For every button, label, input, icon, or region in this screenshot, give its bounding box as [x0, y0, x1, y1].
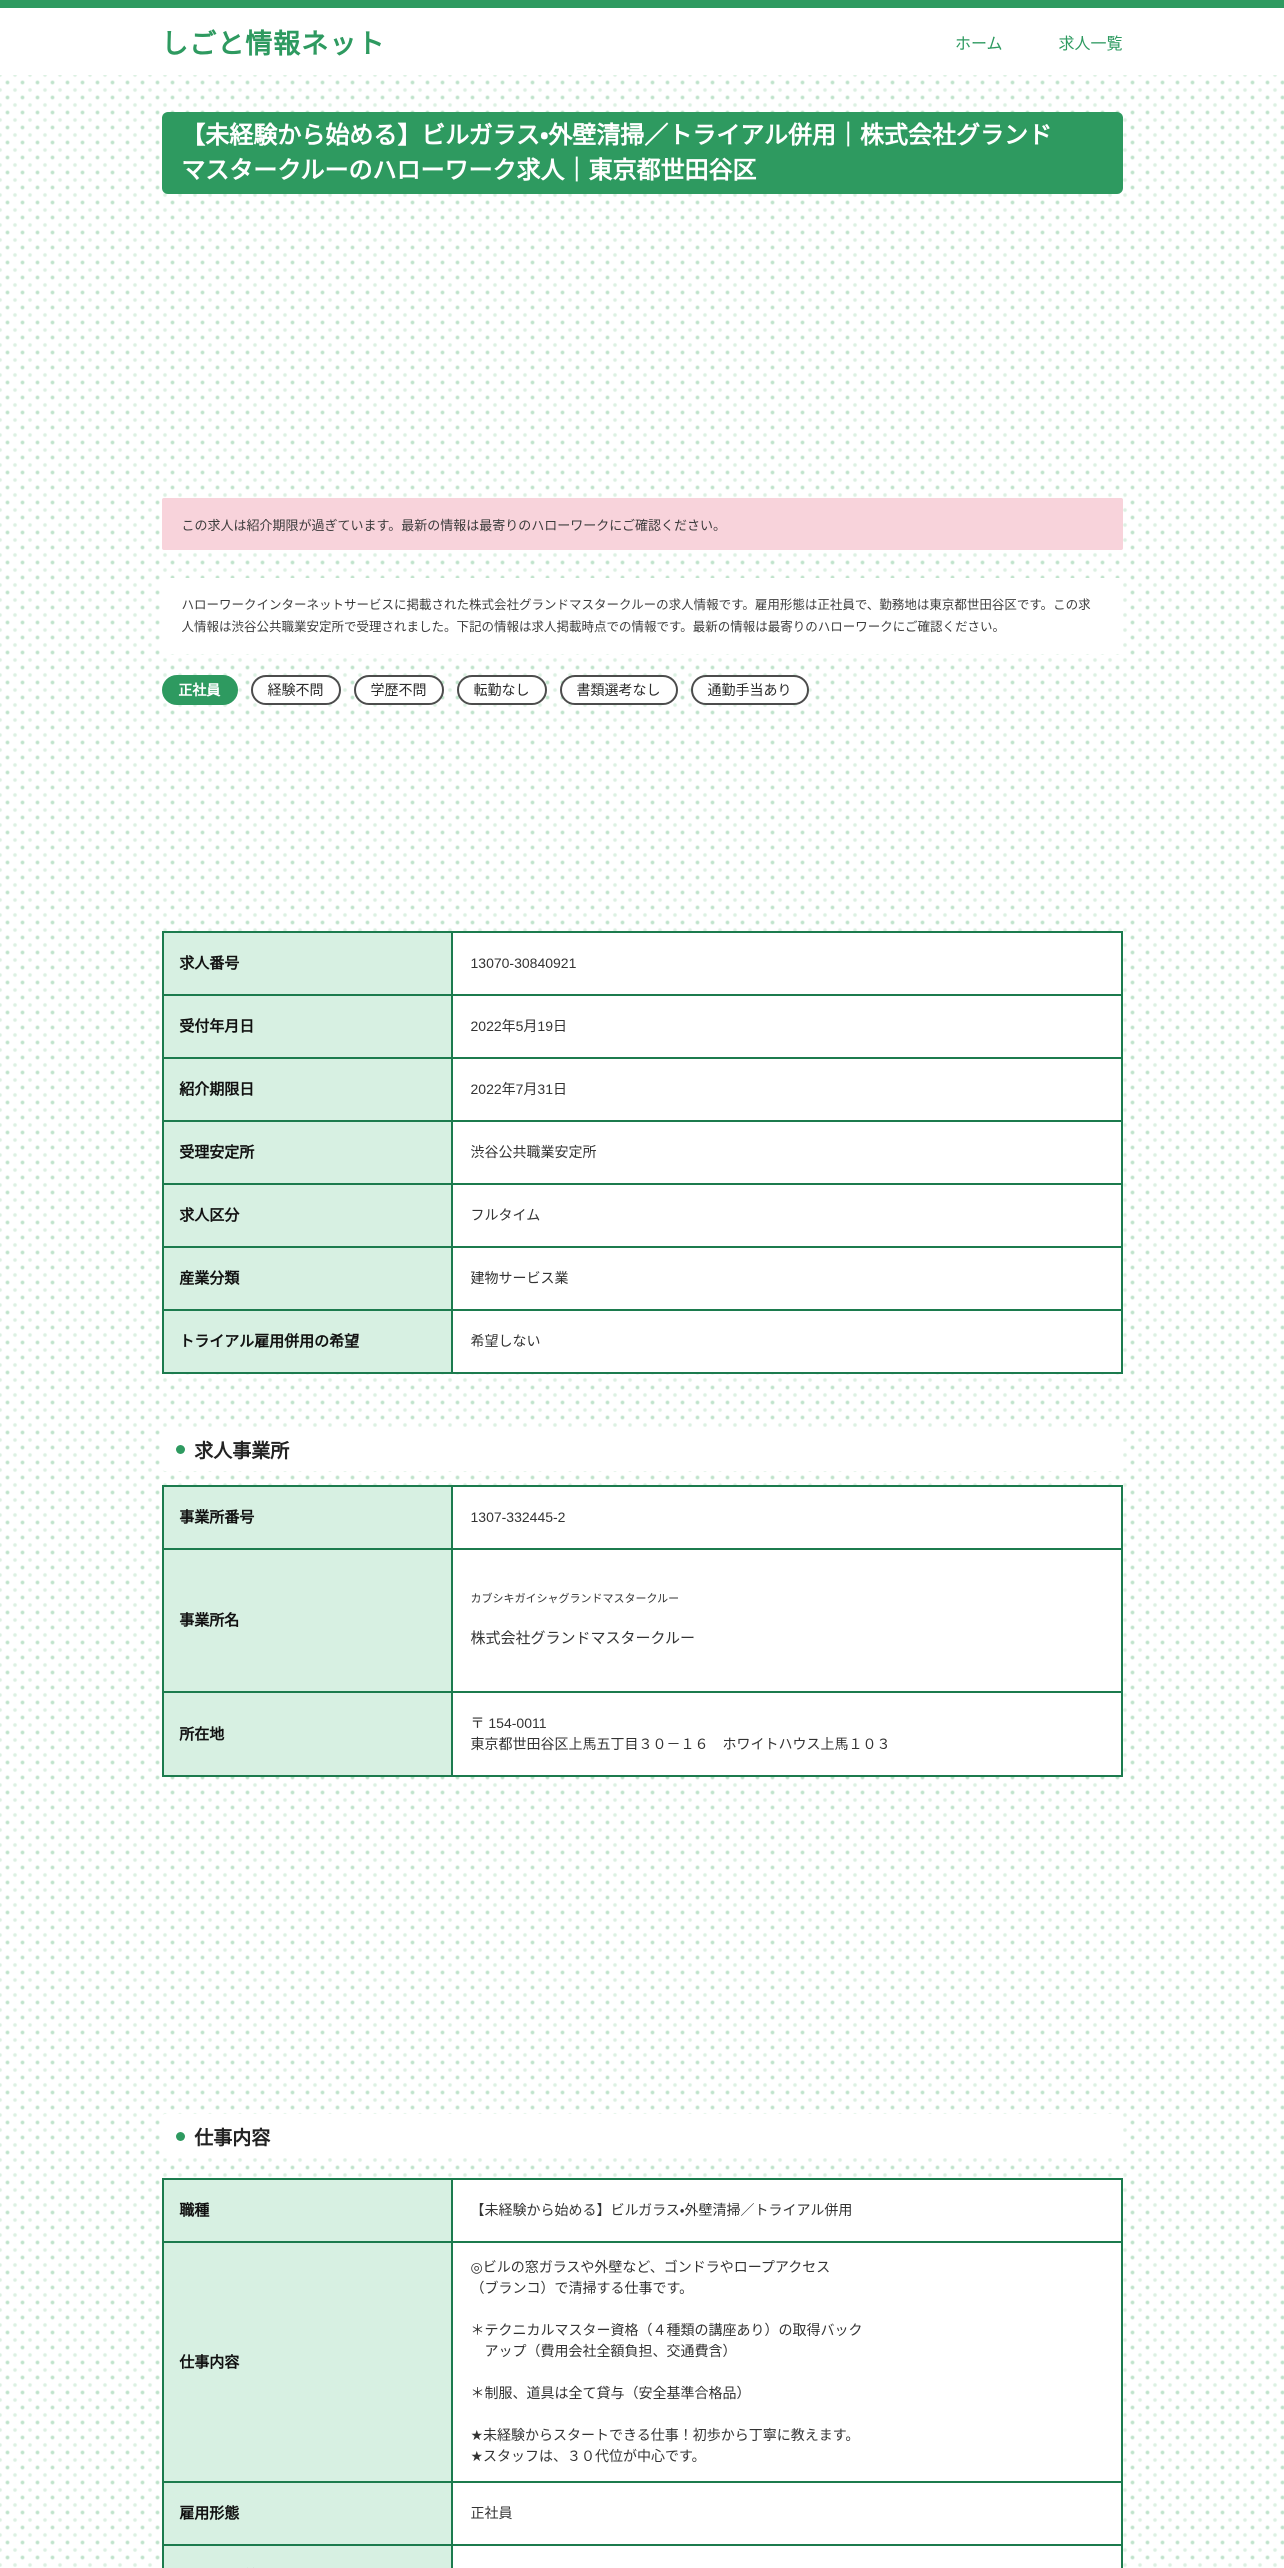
page-content: 【未経験から始める】ビルガラス・外壁清掃／トライアル併用｜株式会社グランド マス…	[161, 112, 1123, 2568]
nav-job-list-link[interactable]: 求人一覧	[1058, 30, 1122, 54]
tag-badge: 転勤なし	[456, 675, 547, 705]
job-summary-box: ハローワークインターネットサービスに掲載された株式会社グランドマスタークルーの求…	[161, 578, 1123, 654]
row-value: ◎ビルの窓ガラスや外壁など、ゴンドラやロープアクセス （ブランコ）で清掃する仕事…	[450, 2241, 1123, 2483]
table-row: 所在地 〒 154-0011 東京都世田谷区上馬五丁目３０－１６ ホワイトハウス…	[161, 1691, 1123, 1777]
row-label: 受理安定所	[161, 1120, 453, 1185]
row-label: 受付年月日	[161, 994, 453, 1059]
table-row: 派遣・請負等 派遣・請負ではない	[161, 2544, 1123, 2568]
employment-type-badge: 正社員	[161, 675, 238, 705]
expired-notice: この求人は紹介期限が過ぎています。最新の情報は最寄りのハローワークにご確認くださ…	[161, 498, 1123, 550]
table-row: 職種 【未経験から始める】ビルガラス・外壁清掃／トライアル併用	[161, 2178, 1123, 2243]
office-info-table: 事業所番号 1307-332445-2 事業所名 カブシキガイシャグランドマスタ…	[161, 1485, 1123, 1777]
row-label: 事業所番号	[161, 1485, 453, 1550]
tag-list: 正社員 経験不問 学歴不問 転勤なし 書類選考なし 通勤手当あり	[161, 675, 1123, 705]
row-value: 〒 154-0011 東京都世田谷区上馬五丁目３０－１６ ホワイトハウス上馬１０…	[450, 1691, 1123, 1777]
row-value: カブシキガイシャグランドマスタークルー 株式会社グランドマスタークルー	[450, 1548, 1123, 1693]
row-label: 所在地	[161, 1691, 453, 1777]
bullet-dot-icon	[175, 2131, 185, 2141]
table-row: 紹介期限日 2022年7月31日	[161, 1057, 1123, 1122]
table-row: トライアル雇用併用の希望 希望しない	[161, 1309, 1123, 1374]
job-overview-table: 求人番号 13070-30840921 受付年月日 2022年5月19日 紹介期…	[161, 931, 1123, 1374]
row-label: 求人区分	[161, 1183, 453, 1248]
row-label: 職種	[161, 2178, 453, 2243]
row-label: トライアル雇用併用の希望	[161, 1309, 453, 1374]
table-row: 事業所番号 1307-332445-2	[161, 1485, 1123, 1550]
company-name: 株式会社グランドマスタークルー	[470, 1630, 696, 1647]
tag-badge: 通勤手当あり	[690, 675, 809, 705]
table-row: 受付年月日 2022年5月19日	[161, 994, 1123, 1059]
section-heading-label: 仕事内容	[194, 2127, 271, 2149]
row-label: 雇用形態	[161, 2481, 453, 2546]
row-label: 求人番号	[161, 931, 453, 996]
table-row: 雇用形態 正社員	[161, 2481, 1123, 2546]
site-header: しごと情報ネット ホーム 求人一覧	[0, 8, 1284, 75]
row-label: 事業所名	[161, 1548, 453, 1693]
tag-badge: 経験不問	[250, 675, 341, 705]
table-row: 事業所名 カブシキガイシャグランドマスタークルー 株式会社グランドマスタークルー	[161, 1548, 1123, 1693]
row-value: 2022年7月31日	[450, 1057, 1123, 1122]
tag-badge: 学歴不問	[353, 675, 444, 705]
row-value: 派遣・請負ではない	[450, 2544, 1123, 2568]
table-row: 産業分類 建物サービス業	[161, 1246, 1123, 1311]
row-value: フルタイム	[450, 1183, 1123, 1248]
bullet-dot-icon	[175, 1444, 185, 1454]
tag-badge: 書類選考なし	[559, 675, 678, 705]
row-label: 紹介期限日	[161, 1057, 453, 1122]
top-accent-bar	[0, 0, 1284, 8]
row-label: 派遣・請負等	[161, 2544, 453, 2568]
row-label: 産業分類	[161, 1246, 453, 1311]
table-row: 求人区分 フルタイム	[161, 1183, 1123, 1248]
row-label: 仕事内容	[161, 2241, 453, 2483]
page-title: 【未経験から始める】ビルガラス・外壁清掃／トライアル併用｜株式会社グランド マス…	[161, 112, 1123, 194]
row-value: 渋谷公共職業安定所	[450, 1120, 1123, 1185]
company-name-kana: カブシキガイシャグランドマスタークルー	[470, 1593, 680, 1605]
job-detail-table: 職種 【未経験から始める】ビルガラス・外壁清掃／トライアル併用 仕事内容 ◎ビル…	[161, 2178, 1123, 2568]
section-heading-label: 求人事業所	[194, 1440, 290, 1462]
row-value: 【未経験から始める】ビルガラス・外壁清掃／トライアル併用	[450, 2178, 1123, 2243]
table-row: 仕事内容 ◎ビルの窓ガラスや外壁など、ゴンドラやロープアクセス （ブランコ）で清…	[161, 2241, 1123, 2483]
section-heading-job: 仕事内容	[161, 2114, 1123, 2158]
row-value: 正社員	[450, 2481, 1123, 2546]
nav-home-link[interactable]: ホーム	[955, 30, 1003, 54]
row-value: 2022年5月19日	[450, 994, 1123, 1059]
table-row: 求人番号 13070-30840921	[161, 931, 1123, 996]
section-heading-office: 求人事業所	[161, 1427, 1123, 1471]
table-row: 受理安定所 渋谷公共職業安定所	[161, 1120, 1123, 1185]
row-value: 希望しない	[450, 1309, 1123, 1374]
row-value: 1307-332445-2	[450, 1485, 1123, 1550]
row-value: 13070-30840921	[450, 931, 1123, 996]
main-nav: ホーム 求人一覧	[955, 30, 1123, 54]
row-value: 建物サービス業	[450, 1246, 1123, 1311]
site-logo[interactable]: しごと情報ネット	[162, 22, 386, 61]
